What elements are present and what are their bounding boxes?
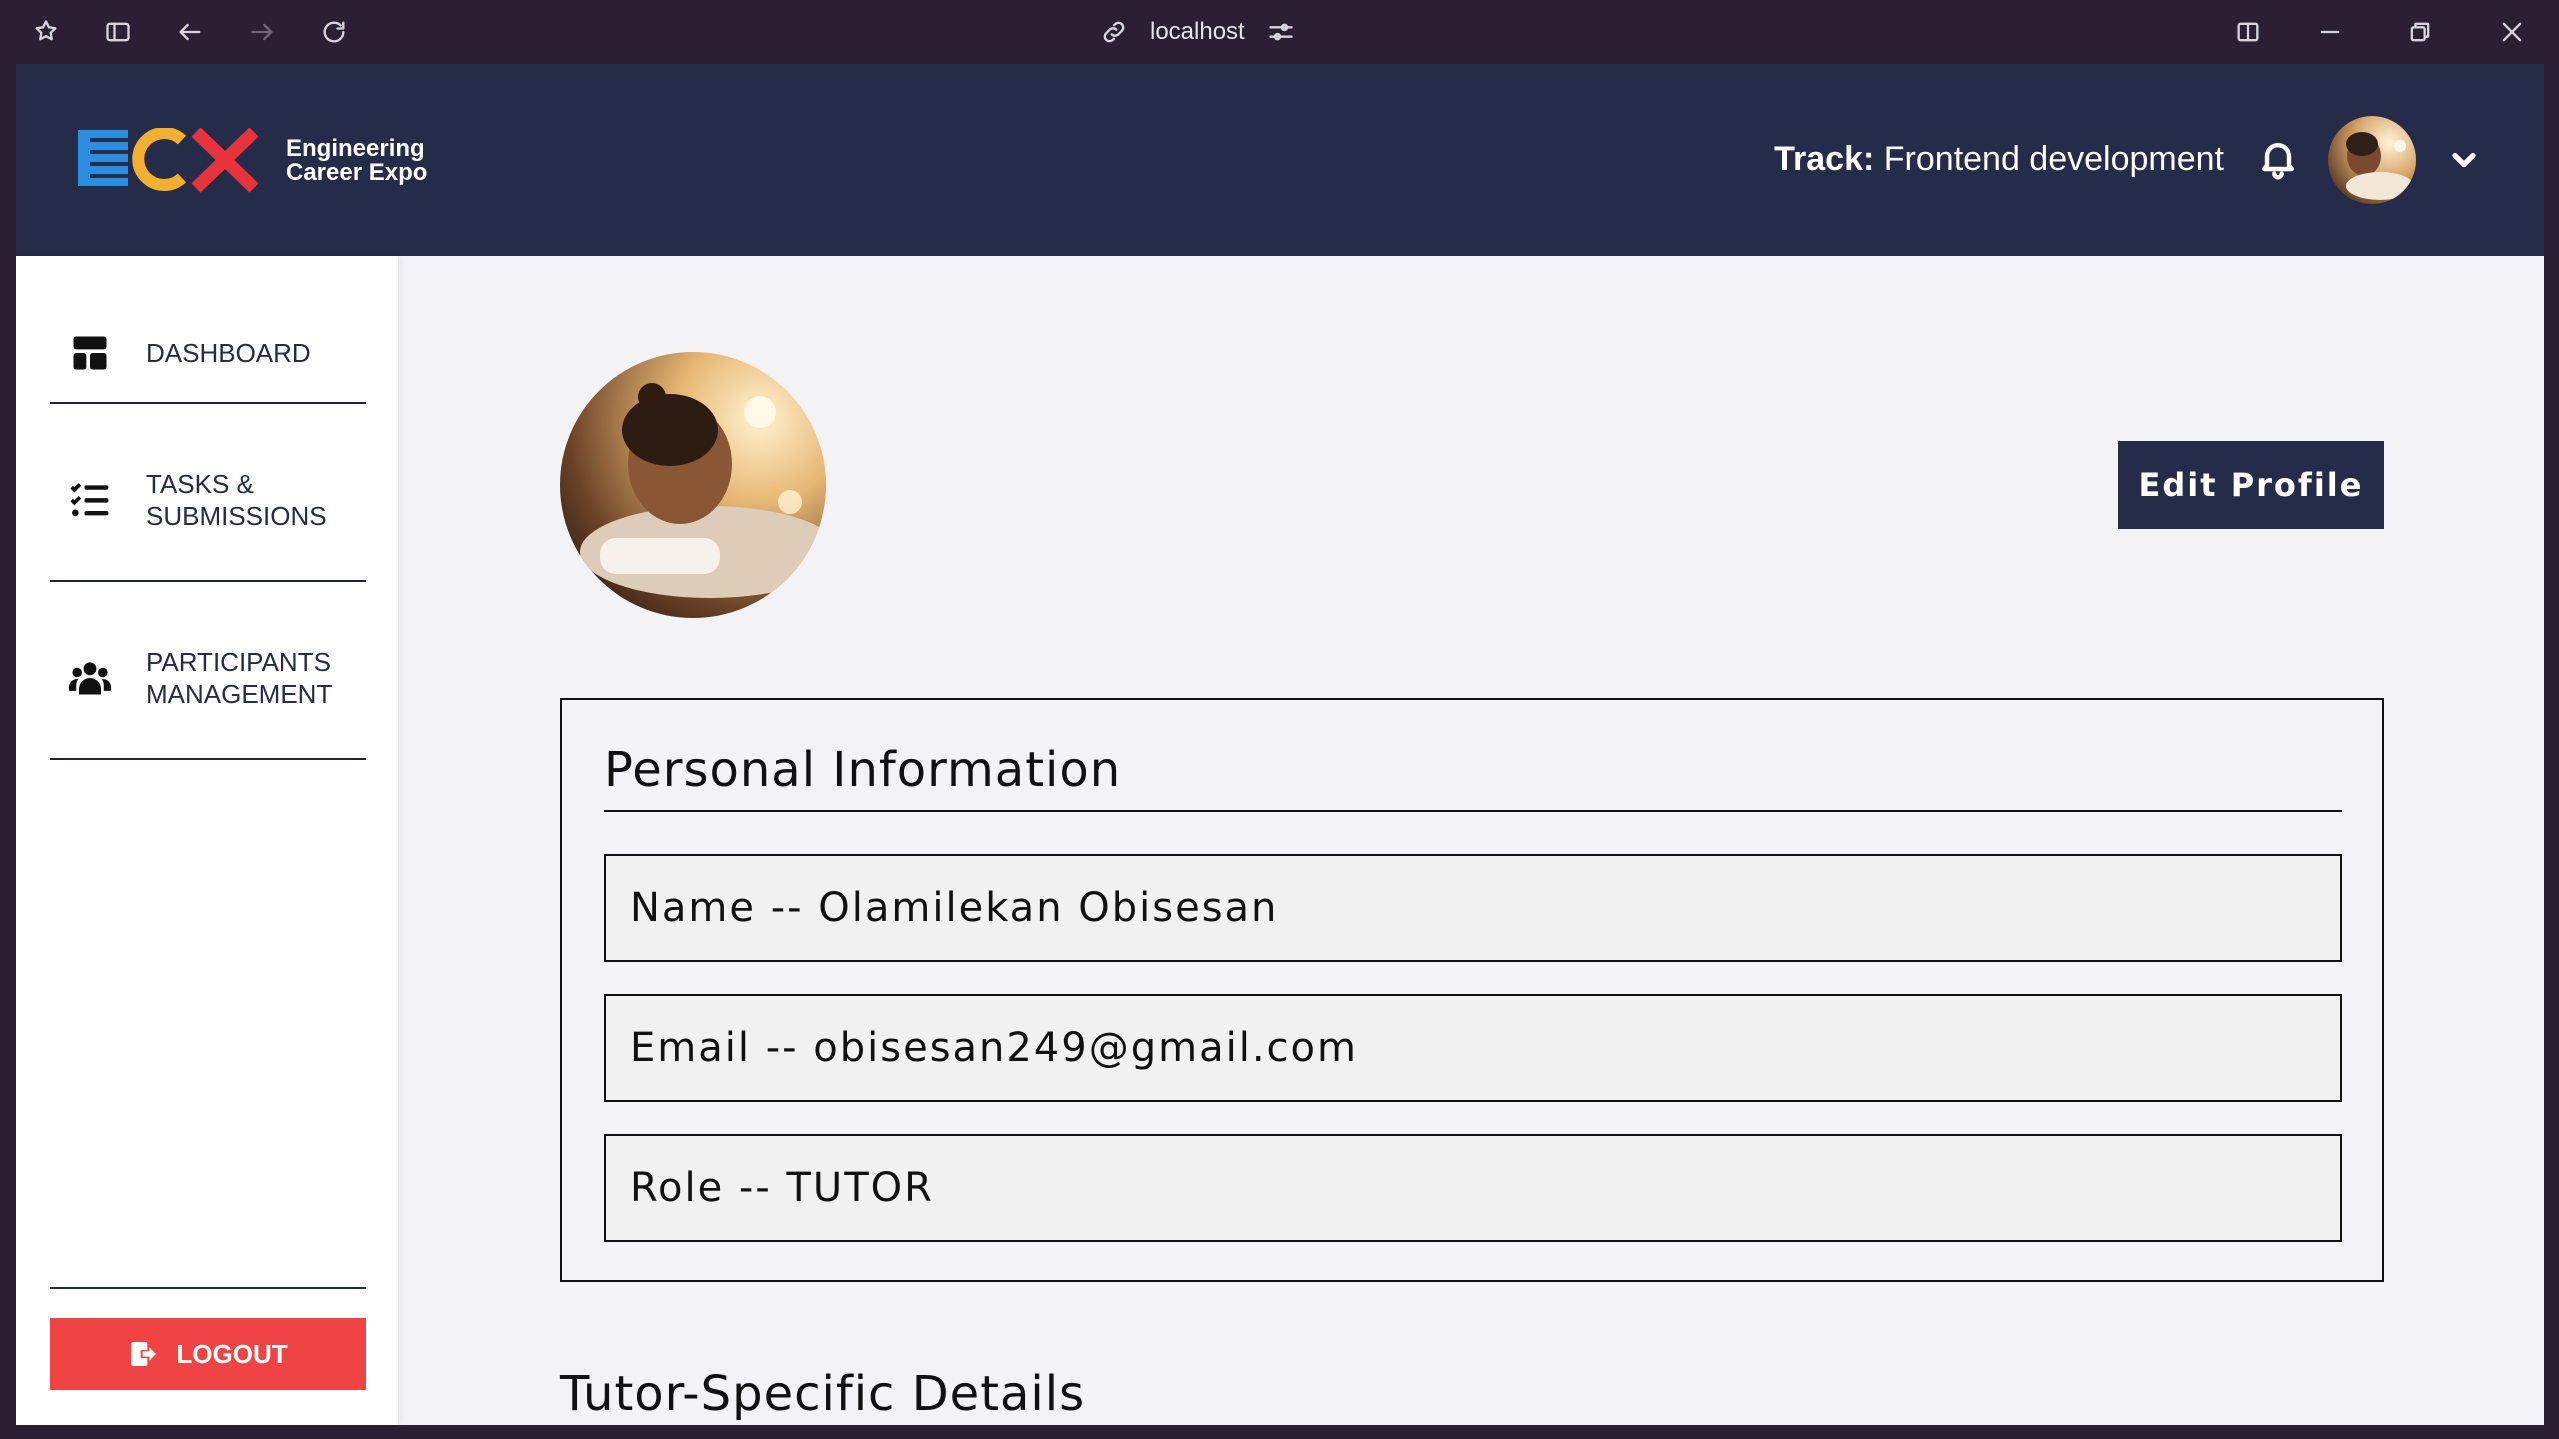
split-view-icon[interactable] bbox=[2230, 14, 2266, 50]
address-bar[interactable]: localhost bbox=[1100, 14, 1295, 50]
user-avatar[interactable] bbox=[2328, 116, 2416, 204]
sidebar-item-dashboard[interactable]: DASHBOARD bbox=[50, 304, 366, 404]
logout-button[interactable]: LOGOUT bbox=[50, 1318, 366, 1390]
sidebar-item-tasks-submissions[interactable]: TASKS & SUBMISSIONS bbox=[50, 420, 366, 582]
forward-icon[interactable] bbox=[244, 14, 280, 50]
link-icon bbox=[1103, 21, 1125, 43]
profile-photo bbox=[560, 352, 826, 618]
personal-information-card: Personal Information Name -- Olamilekan … bbox=[560, 698, 2384, 1282]
email-field: Email -- obisesan249@gmail.com bbox=[604, 994, 2342, 1102]
name-field: Name -- Olamilekan Obisesan bbox=[604, 854, 2342, 962]
sidebar-item-label: DASHBOARD bbox=[146, 338, 311, 368]
notification-bell-icon[interactable] bbox=[2256, 136, 2300, 180]
account-menu-chevron-icon[interactable] bbox=[2446, 142, 2482, 178]
track-label: Track: bbox=[1774, 140, 1875, 178]
browser-titlebar: localhost bbox=[0, 0, 2559, 64]
role-field: Role -- TUTOR bbox=[604, 1134, 2342, 1242]
sidebar-toggle-icon[interactable] bbox=[100, 14, 136, 50]
url-text[interactable]: localhost bbox=[1150, 18, 1245, 46]
main-content: Edit Profile Personal Information Name -… bbox=[398, 256, 2544, 1425]
ecx-logo-mark bbox=[78, 128, 259, 193]
logo-text: Engineering Career Expo bbox=[286, 137, 427, 185]
logout-icon bbox=[131, 1342, 157, 1366]
dashboard-icon bbox=[64, 327, 116, 379]
app-window: Engineering Career Expo Track: Frontend … bbox=[16, 64, 2544, 1425]
personal-information-title: Personal Information bbox=[604, 742, 1122, 798]
card-divider bbox=[604, 810, 2342, 812]
close-icon[interactable] bbox=[2494, 14, 2530, 50]
sidebar: DASHBOARD TASKS & SUBMISSIONS PARTICIPAN… bbox=[16, 256, 398, 1425]
sidebar-item-participants-management[interactable]: PARTICIPANTS MANAGEMENT bbox=[50, 598, 366, 760]
sidebar-divider bbox=[50, 1287, 366, 1289]
browser-menu-icon[interactable] bbox=[28, 14, 64, 50]
logo-text-line2: Career Expo bbox=[286, 159, 428, 186]
logo-text-line1: Engineering bbox=[286, 135, 425, 162]
restore-icon[interactable] bbox=[2402, 14, 2438, 50]
reload-icon[interactable] bbox=[316, 14, 352, 50]
sidebar-item-label: TASKS & SUBMISSIONS bbox=[146, 469, 327, 531]
ecx-logo[interactable]: Engineering Career Expo bbox=[78, 126, 427, 196]
task-list-icon bbox=[64, 474, 116, 526]
track-indicator: Track: Frontend development bbox=[1774, 140, 2224, 179]
tutor-specific-details-title: Tutor-Specific Details bbox=[560, 1366, 1086, 1422]
edit-profile-button[interactable]: Edit Profile bbox=[2118, 441, 2384, 529]
back-icon[interactable] bbox=[172, 14, 208, 50]
sidebar-item-label: PARTICIPANTS MANAGEMENT bbox=[146, 647, 333, 709]
track-value: Frontend development bbox=[1883, 140, 2224, 178]
logout-label: LOGOUT bbox=[176, 1338, 288, 1369]
minimize-icon[interactable] bbox=[2312, 14, 2348, 50]
users-icon bbox=[64, 652, 116, 704]
app-header: Engineering Career Expo Track: Frontend … bbox=[16, 64, 2544, 256]
site-settings-icon[interactable] bbox=[1267, 18, 1295, 46]
